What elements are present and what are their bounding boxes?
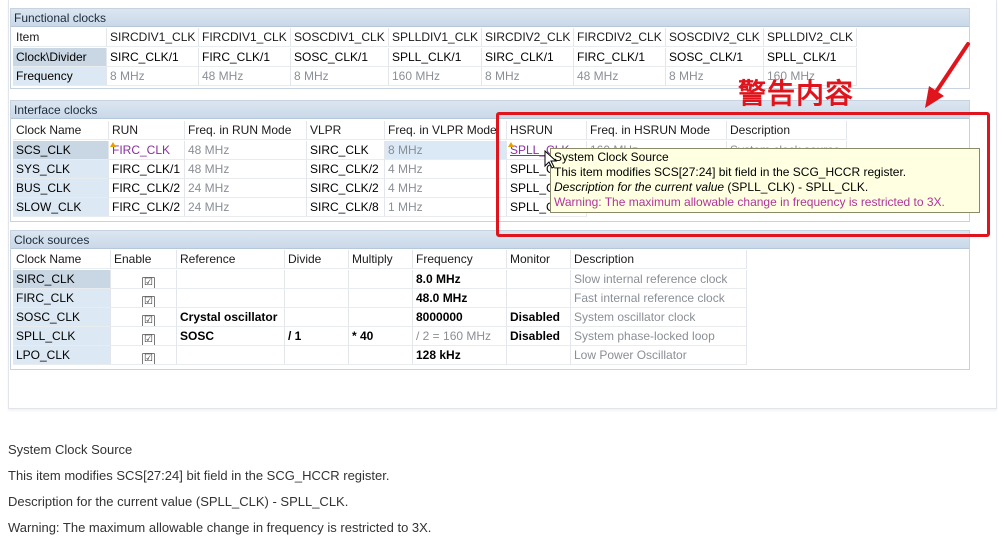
sources-cell-monitor[interactable]: Disabled	[507, 327, 571, 346]
interface-row-bus-clk[interactable]: BUS_CLK	[13, 179, 109, 198]
sources-cell-reference[interactable]: Crystal oscillator	[177, 308, 285, 327]
caption-line: Warning: The maximum allowable change in…	[8, 520, 432, 535]
sources-row-spll-clk[interactable]: SPLL_CLK	[13, 327, 111, 346]
sources-cell-frequency[interactable]: 48.0 MHz	[413, 289, 507, 308]
sources-cell-multiply[interactable]	[349, 346, 413, 365]
sources-row-sosc-clk[interactable]: SOSC_CLK	[13, 308, 111, 327]
sources-col-divide[interactable]: Divide	[285, 250, 349, 269]
interface-row-slow-clk[interactable]: SLOW_CLK	[13, 198, 109, 217]
sources-cell-monitor[interactable]	[507, 346, 571, 365]
enable-checkbox[interactable]: ☑	[142, 334, 155, 345]
interface-cell-vlpr-freq: 8 MHz	[385, 141, 507, 160]
sources-col-multiply[interactable]: Multiply	[349, 250, 413, 269]
sources-cell-monitor[interactable]	[507, 270, 571, 289]
red-arrow-icon	[925, 42, 970, 108]
interface-cell-vlpr[interactable]: SIRC_CLK/2	[307, 179, 385, 198]
sources-cell-reference[interactable]	[177, 346, 285, 365]
caption-line: System Clock Source	[8, 442, 133, 457]
sources-cell-divide[interactable]	[285, 346, 349, 365]
sources-cell-reference[interactable]	[177, 289, 285, 308]
interface-cell-vlpr-freq: 4 MHz	[385, 160, 507, 179]
enable-checkbox[interactable]: ☑	[142, 296, 155, 307]
sources-col-frequency[interactable]: Frequency	[413, 250, 507, 269]
interface-cell-run[interactable]: FIRC_CLK	[109, 141, 185, 160]
sources-col-description[interactable]: Description	[571, 250, 747, 269]
sources-cell-description: Low Power Oscillator	[571, 346, 747, 365]
interface-cell-vlpr[interactable]: SIRC_CLK	[307, 141, 385, 160]
sources-cell-frequency[interactable]: 8.0 MHz	[413, 270, 507, 289]
interface-cell-vlpr-freq: 4 MHz	[385, 179, 507, 198]
interface-cell-run-freq: 24 MHz	[185, 179, 307, 198]
sources-cell-frequency[interactable]: 8000000	[413, 308, 507, 327]
screenshot-area: Functional clocks Item SIRCDIV1_CLK FIRC…	[0, 0, 999, 410]
enable-checkbox[interactable]: ☑	[142, 353, 155, 364]
interface-cell-run[interactable]: FIRC_CLK/2	[109, 179, 185, 198]
sources-cell-monitor[interactable]: Disabled	[507, 308, 571, 327]
interface-cell-run[interactable]: FIRC_CLK/1	[109, 160, 185, 179]
sources-cell-multiply[interactable]	[349, 270, 413, 289]
caption-line: This item modifies SCS[27:24] bit field …	[8, 468, 390, 483]
sources-cell-description: Fast internal reference clock	[571, 289, 747, 308]
sources-col-reference[interactable]: Reference	[177, 250, 285, 269]
sources-cell-enable[interactable]: ☑	[111, 346, 177, 365]
sources-col-clockname[interactable]: Clock Name	[13, 250, 111, 269]
interface-cell-vlpr[interactable]: SIRC_CLK/2	[307, 160, 385, 179]
sources-cell-divide[interactable]	[285, 308, 349, 327]
sources-cell-reference[interactable]	[177, 270, 285, 289]
sources-cell-divide[interactable]: / 1	[285, 327, 349, 346]
caption-line: Description for the current value (SPLL_…	[8, 494, 349, 509]
sources-cell-description: System oscillator clock	[571, 308, 747, 327]
sources-cell-monitor[interactable]	[507, 289, 571, 308]
sources-cell-description: System phase-locked loop	[571, 327, 747, 346]
sources-cell-multiply[interactable]: * 40	[349, 327, 413, 346]
sources-cell-frequency[interactable]: 128 kHz	[413, 346, 507, 365]
sources-cell-description: Slow internal reference clock	[571, 270, 747, 289]
interface-row-scs-clk[interactable]: SCS_CLK	[13, 141, 109, 160]
interface-cell-run[interactable]: FIRC_CLK/2	[109, 198, 185, 217]
clock-sources-panel: Clock sources Clock Name Enable Referenc…	[10, 230, 970, 370]
interface-cell-vlpr-freq: 1 MHz	[385, 198, 507, 217]
sources-cell-enable[interactable]: ☑	[111, 308, 177, 327]
sources-cell-multiply[interactable]	[349, 308, 413, 327]
sources-cell-reference[interactable]: SOSC	[177, 327, 285, 346]
modified-marker-icon	[110, 142, 116, 147]
sources-cell-divide[interactable]	[285, 289, 349, 308]
interface-cell-run-freq: 24 MHz	[185, 198, 307, 217]
sources-row-firc-clk[interactable]: FIRC_CLK	[13, 289, 111, 308]
sources-row-sirc-clk[interactable]: SIRC_CLK	[13, 270, 111, 289]
interface-row-sys-clk[interactable]: SYS_CLK	[13, 160, 109, 179]
interface-cell-run-freq: 48 MHz	[185, 160, 307, 179]
sources-col-enable[interactable]: Enable	[111, 250, 177, 269]
enable-checkbox[interactable]: ☑	[142, 315, 155, 326]
warning-highlight-box	[496, 112, 990, 237]
sources-col-monitor[interactable]: Monitor	[507, 250, 571, 269]
sources-cell-divide[interactable]	[285, 270, 349, 289]
enable-checkbox[interactable]: ☑	[142, 277, 155, 288]
sources-cell-enable[interactable]: ☑	[111, 289, 177, 308]
sources-cell-frequency[interactable]: / 2 = 160 MHz	[413, 327, 507, 346]
interface-cell-run-freq: 48 MHz	[185, 141, 307, 160]
sources-cell-enable[interactable]: ☑	[111, 327, 177, 346]
sources-row-lpo-clk[interactable]: LPO_CLK	[13, 346, 111, 365]
sources-cell-enable[interactable]: ☑	[111, 270, 177, 289]
sources-cell-multiply[interactable]	[349, 289, 413, 308]
interface-cell-vlpr[interactable]: SIRC_CLK/8	[307, 198, 385, 217]
